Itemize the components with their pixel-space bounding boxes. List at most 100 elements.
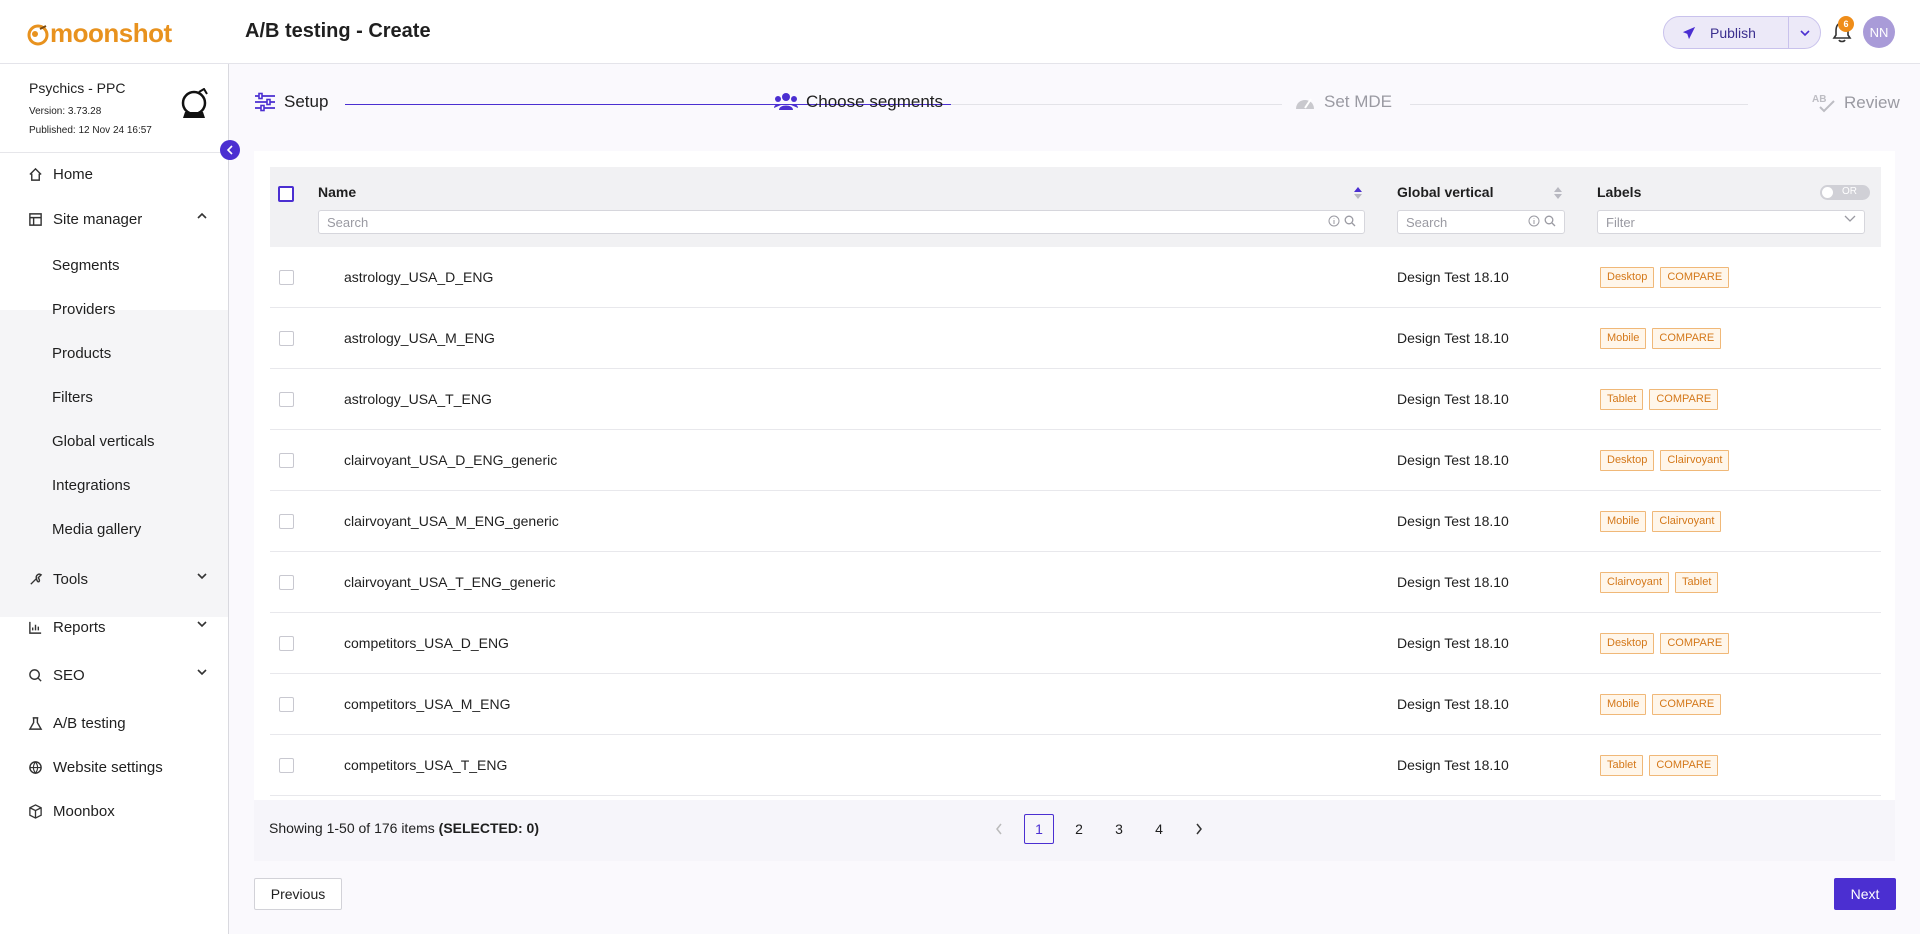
table-row[interactable]: clairvoyant_USA_D_ENG_generic Design Test… [270,430,1881,491]
global-vertical-search-input[interactable] [1397,210,1565,234]
row-checkbox[interactable] [279,453,294,468]
moonshot-logo[interactable]: moonshot [26,18,172,49]
site-info: Psychics - PPC Version: 3.73.28 Publishe… [29,80,152,140]
sub-item-filters[interactable]: Filters [52,389,93,406]
name-search-input[interactable] [318,210,1365,234]
nav-moonbox[interactable]: Moonbox [0,791,228,831]
row-checkbox[interactable] [279,636,294,651]
label-tags: Mobile COMPARE [1600,328,1722,349]
table-row[interactable]: clairvoyant_USA_M_ENG_generic Design Test… [270,491,1881,552]
wrench-icon [27,571,43,587]
table-row[interactable]: astrology_USA_M_ENG Design Test 18.10 Mobi… [270,308,1881,369]
label-tags: Desktop COMPARE [1600,633,1730,654]
publish-button[interactable]: Publish [1664,17,1789,48]
sub-item-segments[interactable]: Segments [52,257,120,274]
step-choose-segments[interactable]: Choose segments [774,92,943,112]
label-tag: Clairvoyant [1660,450,1730,471]
search-box-icons [1528,215,1556,227]
table-row[interactable]: competitors_USA_T_ENG Design Test 18.10 Ta… [270,735,1881,796]
nav-tools[interactable]: Tools [0,559,228,599]
page-4-button[interactable]: 4 [1144,814,1174,844]
sort-icon[interactable] [1353,185,1363,201]
segment-name: competitors_USA_M_ENG [344,696,511,712]
segment-name: competitors_USA_T_ENG [344,757,508,773]
table-row[interactable]: astrology_USA_D_ENG Design Test 18.10 Desk… [270,247,1881,308]
labels-filter-select[interactable] [1597,210,1865,234]
step-review-label: Review [1844,93,1900,112]
nav-seo[interactable]: SEO [0,655,228,695]
sort-icon[interactable] [1553,185,1563,201]
step-connector-pending [951,104,1282,105]
label-tag: Desktop [1600,633,1655,654]
column-header-name[interactable]: Name [318,184,356,200]
nav-website-settings-label: Website settings [53,758,163,776]
label-tag: Tablet [1600,389,1644,410]
nav-website-settings[interactable]: Website settings [0,747,228,787]
global-vertical-value: Design Test 18.10 [1397,330,1509,346]
chevron-up-icon [197,212,207,219]
sub-item-integrations[interactable]: Integrations [52,477,130,494]
page-1-button[interactable]: 1 [1024,814,1054,844]
sidebar-collapse-button[interactable] [220,140,240,160]
nav-site-manager[interactable]: Site manager [0,199,228,239]
global-vertical-value: Design Test 18.10 [1397,269,1509,285]
sub-item-global-verticals[interactable]: Global verticals [52,433,155,450]
row-checkbox[interactable] [279,392,294,407]
top-bar: moonshot A/B testing - Create Publish 6 … [0,0,1920,64]
label-tag: Mobile [1600,694,1647,715]
label-tag: COMPARE [1660,267,1730,288]
row-checkbox[interactable] [279,270,294,285]
flask-icon [27,715,43,731]
step-setup-label: Setup [284,92,329,111]
table-row[interactable]: clairvoyant_USA_T_ENG_generic Design Test… [270,552,1881,613]
row-checkbox[interactable] [279,514,294,529]
row-checkbox[interactable] [279,758,294,773]
globe-icon [27,759,43,775]
sub-item-products[interactable]: Products [52,345,111,362]
sub-item-media-gallery[interactable]: Media gallery [52,521,141,538]
user-avatar[interactable]: NN [1863,16,1895,48]
chevron-down-icon [197,669,207,676]
label-tags: Tablet COMPARE [1600,755,1719,776]
publish-dropdown-button[interactable] [1789,29,1820,37]
next-page-button[interactable] [1184,814,1214,844]
page-2-button[interactable]: 2 [1064,814,1094,844]
chevron-down-icon [197,621,207,628]
nav-reports[interactable]: Reports [0,607,228,647]
table-row[interactable]: competitors_USA_M_ENG Design Test 18.10 Mo… [270,674,1881,735]
nav-ab-testing[interactable]: A/B testing [0,703,228,743]
label-tag: Clairvoyant [1600,572,1670,593]
notification-count-badge: 6 [1838,16,1854,32]
step-setup[interactable]: Setup [254,92,328,112]
label-tag: Mobile [1600,511,1647,532]
table-row[interactable]: competitors_USA_D_ENG Design Test 18.10 De… [270,613,1881,674]
filter-box-icons [1844,215,1856,223]
row-checkbox[interactable] [279,331,294,346]
labels-filter-field[interactable] [1606,211,1864,233]
crystal-ball-icon [181,88,208,118]
search-box-icons [1328,215,1356,227]
items-count-text: Showing 1-50 of 176 items (SELECTED: 0) [269,820,539,836]
row-checkbox[interactable] [279,575,294,590]
home-icon [27,166,43,182]
next-button[interactable]: Next [1834,878,1896,910]
row-checkbox[interactable] [279,697,294,712]
select-all-checkbox[interactable] [278,186,294,202]
or-toggle-switch[interactable]: OR [1820,185,1870,200]
global-vertical-value: Design Test 18.10 [1397,391,1509,407]
prev-page-button[interactable] [984,814,1014,844]
moon-logo-icon [27,24,49,45]
table-row[interactable]: astrology_USA_T_ENG Design Test 18.10 Tabl… [270,369,1881,430]
nav-home[interactable]: Home [0,154,228,194]
nav-reports-label: Reports [53,618,106,636]
previous-button[interactable]: Previous [254,878,342,910]
label-tag: Desktop [1600,450,1655,471]
step-set-mde: Set MDE [1294,92,1392,112]
page-3-button[interactable]: 3 [1104,814,1134,844]
name-search-field[interactable] [327,211,1364,233]
label-tags: Tablet COMPARE [1600,389,1719,410]
step-choose-segments-label: Choose segments [806,92,944,111]
column-header-global-vertical[interactable]: Global vertical [1397,184,1493,200]
sub-item-providers[interactable]: Providers [52,301,115,318]
chevron-left-icon [226,145,233,155]
